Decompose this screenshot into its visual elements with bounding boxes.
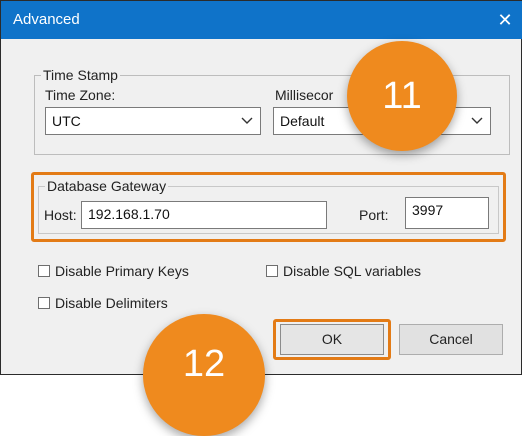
disable-delimiters-checkbox[interactable]: Disable Delimiters bbox=[38, 295, 168, 311]
title-bar: Advanced ✕ bbox=[1, 1, 522, 39]
checkbox-box[interactable] bbox=[38, 297, 50, 309]
milliseconds-value: Default bbox=[280, 113, 325, 129]
time-zone-value: UTC bbox=[52, 113, 81, 129]
chevron-down-icon bbox=[241, 117, 253, 124]
step-11-callout: 11 bbox=[347, 41, 457, 151]
host-field[interactable]: 192.168.1.70 bbox=[81, 201, 327, 229]
host-label: Host: bbox=[44, 207, 77, 223]
cancel-button[interactable]: Cancel bbox=[399, 324, 503, 355]
step-12-callout: 12 bbox=[143, 314, 265, 436]
time-zone-select[interactable]: UTC bbox=[45, 107, 261, 135]
chevron-down-icon bbox=[471, 117, 483, 124]
disable-delimiters-label: Disable Delimiters bbox=[55, 295, 168, 311]
checkbox-box[interactable] bbox=[266, 265, 278, 277]
disable-primary-keys-label: Disable Primary Keys bbox=[55, 263, 189, 279]
checkbox-box[interactable] bbox=[38, 265, 50, 277]
advanced-dialog: Advanced ✕ Time Stamp Time Zone: UTC Mil… bbox=[0, 0, 522, 436]
disable-primary-keys-checkbox[interactable]: Disable Primary Keys bbox=[38, 263, 189, 279]
milliseconds-label: Millisecor bbox=[275, 87, 334, 103]
time-stamp-legend: Time Stamp bbox=[43, 67, 118, 83]
port-field[interactable]: 3997 bbox=[405, 197, 489, 229]
time-zone-label: Time Zone: bbox=[45, 87, 116, 103]
port-label: Port: bbox=[359, 207, 389, 223]
disable-sql-variables-label: Disable SQL variables bbox=[283, 263, 421, 279]
disable-sql-variables-checkbox[interactable]: Disable SQL variables bbox=[266, 263, 421, 279]
close-icon[interactable]: ✕ bbox=[487, 1, 522, 39]
database-gateway-legend: Database Gateway bbox=[47, 178, 167, 194]
dialog-title: Advanced bbox=[13, 11, 80, 28]
ok-button[interactable]: OK bbox=[280, 324, 384, 355]
